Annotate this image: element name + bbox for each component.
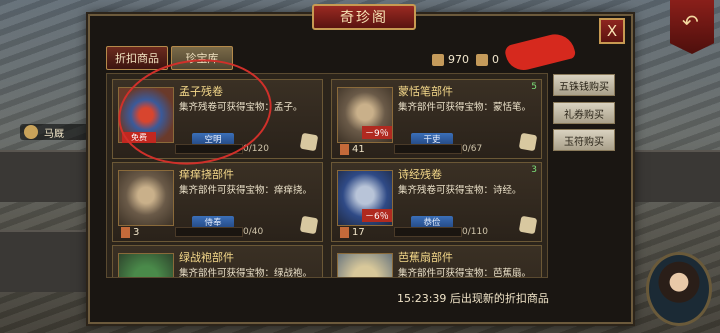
item-count: 0/110 <box>462 227 488 237</box>
discount-badge: －6％ <box>362 209 392 222</box>
item-count: 0/40 <box>243 227 264 237</box>
back-arrow-icon: ↶ <box>682 10 699 34</box>
item-name: 芭蕉扇部件 <box>398 251 453 264</box>
ticket-icon <box>340 227 349 238</box>
building-roof <box>630 150 720 202</box>
refresh-timer: 15:23:39 后出现新的折扣商品 <box>397 292 549 305</box>
puzzle-icon <box>299 215 319 235</box>
puzzle-icon <box>518 132 538 152</box>
progress-bar <box>394 144 462 154</box>
ticket-icon <box>121 227 130 238</box>
puzzle-icon <box>518 215 538 235</box>
coin-icon <box>432 53 444 66</box>
tab-discount-goods[interactable]: 折扣商品 <box>106 46 168 70</box>
buy-with-coins-button[interactable]: 五铢钱购买 <box>553 74 615 96</box>
robe-icon <box>118 253 174 277</box>
item-quantity: 5 <box>531 82 537 92</box>
stable-label[interactable]: 马厩 <box>20 124 94 140</box>
price: 3 <box>121 227 139 238</box>
coin-balance: 970 <box>432 53 469 66</box>
price: 17 <box>340 227 365 238</box>
item-card[interactable]: 3 －6％ 诗经残卷 集齐残卷可获得宝物：诗经。 恭俭 17 0/110 <box>331 162 542 242</box>
advisor-avatar[interactable] <box>646 252 712 326</box>
price: 41 <box>340 144 365 155</box>
puzzle-piece-icon <box>118 170 174 226</box>
item-desc: 集齐残卷可获得宝物：诗经。 <box>398 185 522 196</box>
fan-icon <box>337 253 393 277</box>
discount-badge: －9％ <box>362 126 392 139</box>
item-desc: 集齐部件可获得宝物：绿战袍。 <box>179 268 313 278</box>
buy-with-jade-button[interactable]: 玉符购买 <box>553 129 615 151</box>
item-desc: 集齐部件可获得宝物：芭蕉扇。 <box>398 268 532 278</box>
back-banner[interactable]: ↶ <box>670 0 714 54</box>
horse-icon <box>24 125 38 139</box>
voucher-icon <box>476 53 488 66</box>
close-button[interactable]: X <box>599 18 625 44</box>
item-count: 0/67 <box>462 144 483 154</box>
item-desc: 集齐部件可获得宝物：痒痒挠。 <box>179 185 313 196</box>
item-card[interactable]: 痒痒挠部件 集齐部件可获得宝物：痒痒挠。 侍奉 3 0/40 <box>112 162 323 242</box>
building-roof <box>0 230 95 292</box>
puzzle-icon <box>299 132 319 152</box>
item-desc: 集齐部件可获得宝物：蒙恬笔。 <box>398 102 532 113</box>
item-quantity: 3 <box>531 165 537 175</box>
item-name: 绿战袍部件 <box>179 251 234 264</box>
voucher-balance: 0 <box>476 53 499 66</box>
progress-bar <box>394 227 462 237</box>
panel-title: 奇珍阁 <box>312 4 416 30</box>
buy-with-vouchers-button[interactable]: 礼券购买 <box>553 102 615 124</box>
item-name: 诗经残卷 <box>398 168 442 181</box>
item-name: 蒙恬笔部件 <box>398 85 453 98</box>
item-card[interactable]: 绿战袍部件 集齐部件可获得宝物：绿战袍。 <box>112 245 323 278</box>
progress-bar <box>175 227 243 237</box>
item-card[interactable]: 芭蕉扇部件 集齐部件可获得宝物：芭蕉扇。 <box>331 245 542 278</box>
item-name: 痒痒挠部件 <box>179 168 234 181</box>
item-card[interactable]: 5 －9％ 蒙恬笔部件 集齐部件可获得宝物：蒙恬笔。 干吏 41 0/67 <box>331 79 542 159</box>
ticket-icon <box>340 144 349 155</box>
